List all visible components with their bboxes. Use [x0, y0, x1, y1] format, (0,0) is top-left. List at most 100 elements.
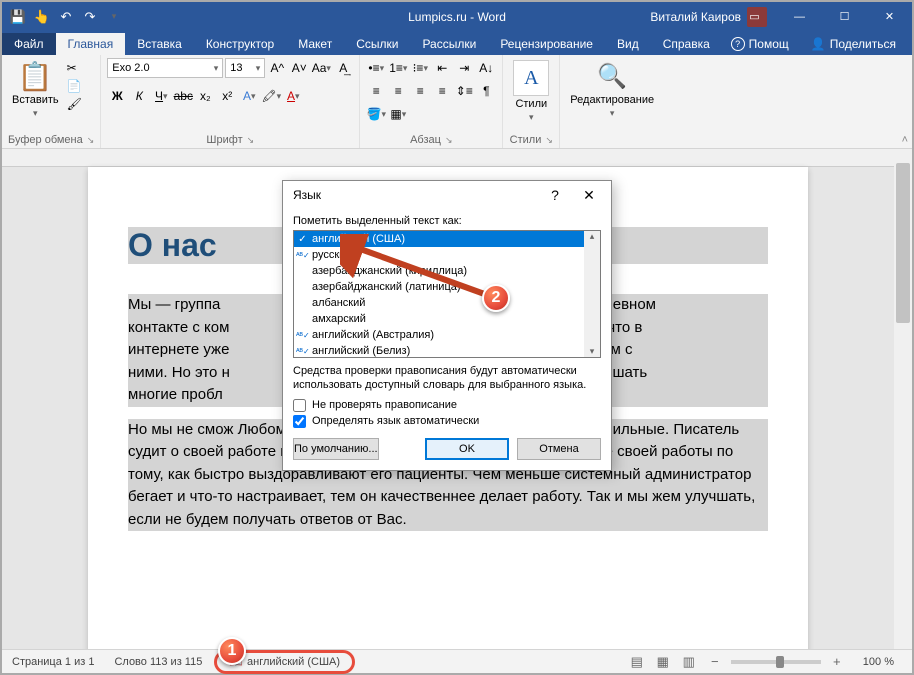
touch-mode-icon[interactable]: 👆 [34, 9, 50, 25]
justify-icon[interactable]: ≡ [432, 81, 452, 101]
dialog-info-text: Средства проверки правописания будут авт… [293, 364, 601, 393]
group-styles: A Стили ▾ Стили↘ [503, 55, 560, 148]
sort-icon[interactable]: A↓ [476, 58, 496, 78]
align-left-icon[interactable]: ≡ [366, 81, 386, 101]
tab-file[interactable]: Файл [2, 33, 56, 55]
maximize-button[interactable]: ☐ [822, 2, 867, 31]
ribbon-options-icon[interactable]: ▭ [732, 2, 777, 31]
zoom-in-button[interactable]: + [827, 652, 847, 672]
borders-icon[interactable]: ▦▾ [388, 104, 408, 124]
clear-formatting-icon[interactable]: A͢ [333, 58, 353, 78]
tab-view[interactable]: Вид [605, 33, 651, 55]
zoom-slider[interactable] [731, 660, 821, 664]
tab-mailings[interactable]: Рассылки [410, 33, 488, 55]
ribbon: 📋 Вставить ▾ ✂ 📄 🖌 Буфер обмена↘ Exo 2.0… [2, 55, 912, 149]
close-button[interactable]: ✕ [867, 2, 912, 31]
language-dialog: Язык ? ✕ Пометить выделенный текст как: … [282, 180, 612, 471]
tab-help[interactable]: Справка [651, 33, 722, 55]
redo-icon[interactable]: ↷ [82, 9, 98, 25]
font-color-icon[interactable]: A▾ [283, 86, 303, 106]
minimize-button[interactable]: — [777, 2, 822, 31]
save-icon[interactable]: 💾 [10, 9, 26, 25]
copy-icon[interactable]: 📄 [67, 78, 83, 94]
no-spellcheck-checkbox[interactable]: Не проверять правописание [293, 399, 601, 412]
clipboard-icon: 📋 [19, 60, 51, 92]
tell-me-button[interactable]: ?Помощ [721, 33, 799, 55]
qat-customize-icon[interactable]: ▾ [106, 9, 122, 25]
default-button[interactable]: По умолчанию... [293, 438, 379, 460]
styles-launcher-icon[interactable]: ↘ [545, 135, 553, 146]
language-listbox[interactable]: ✓английский (США) ᴬᴮ✓русский азербайджан… [293, 230, 601, 358]
underline-button[interactable]: Ч▾ [151, 86, 171, 106]
ok-button[interactable]: OK [425, 438, 509, 460]
align-right-icon[interactable]: ≡ [410, 81, 430, 101]
clipboard-launcher-icon[interactable]: ↘ [87, 135, 95, 146]
user-name: Виталий Каиров [650, 10, 741, 24]
grow-font-icon[interactable]: A^ [267, 58, 287, 78]
font-launcher-icon[interactable]: ↘ [247, 135, 255, 146]
italic-button[interactable]: К [129, 86, 149, 106]
tab-references[interactable]: Ссылки [344, 33, 410, 55]
subscript-button[interactable]: x₂ [195, 86, 215, 106]
auto-detect-checkbox[interactable]: Определять язык автоматически [293, 415, 601, 428]
vertical-scrollbar[interactable] [894, 149, 912, 649]
list-item[interactable]: ᴬᴮ✓русский [294, 247, 600, 263]
bullets-icon[interactable]: •≡▾ [366, 58, 386, 78]
strikethrough-button[interactable]: abc [173, 86, 193, 106]
cut-icon[interactable]: ✂ [67, 60, 83, 76]
dialog-close-button[interactable]: ✕ [573, 183, 605, 207]
list-item[interactable]: азербайджанский (кириллица) [294, 263, 600, 279]
format-painter-icon[interactable]: 🖌 [67, 96, 83, 112]
scrollbar-thumb[interactable] [896, 163, 910, 323]
show-marks-icon[interactable]: ¶ [476, 81, 496, 101]
tab-design[interactable]: Конструктор [194, 33, 286, 55]
listbox-scrollbar[interactable]: ▴▾ [584, 231, 600, 357]
tab-review[interactable]: Рецензирование [488, 33, 605, 55]
status-word-count[interactable]: Слово 113 из 115 [104, 650, 212, 673]
list-item[interactable]: азербайджанский (латиница) [294, 279, 600, 295]
numbering-icon[interactable]: 1≡▾ [388, 58, 408, 78]
font-name-combo[interactable]: Exo 2.0▾ [107, 58, 223, 78]
status-page[interactable]: Страница 1 из 1 [2, 650, 104, 673]
decrease-indent-icon[interactable]: ⇤ [432, 58, 452, 78]
web-layout-icon[interactable]: ▥ [679, 652, 699, 672]
increase-indent-icon[interactable]: ⇥ [454, 58, 474, 78]
line-spacing-icon[interactable]: ⇕≡ [454, 81, 474, 101]
tab-home[interactable]: Главная [56, 33, 126, 55]
dialog-title: Язык [293, 188, 321, 202]
styles-gallery[interactable]: A Стили ▾ [509, 58, 553, 125]
list-item[interactable]: ᴬᴮ✓английский (Белиз) [294, 343, 600, 358]
dialog-titlebar[interactable]: Язык ? ✕ [283, 181, 611, 209]
paste-button[interactable]: 📋 Вставить ▾ [8, 58, 63, 121]
font-size-combo[interactable]: 13▾ [225, 58, 265, 78]
list-item[interactable]: ✓английский (США) [294, 231, 600, 247]
highlight-icon[interactable]: 🖍▾ [261, 86, 281, 106]
list-item[interactable]: албанский [294, 295, 600, 311]
print-layout-icon[interactable]: ▦ [653, 652, 673, 672]
shading-icon[interactable]: 🪣▾ [366, 104, 386, 124]
zoom-out-button[interactable]: − [705, 652, 725, 672]
undo-icon[interactable]: ↶ [58, 9, 74, 25]
dialog-help-button[interactable]: ? [539, 183, 571, 207]
horizontal-ruler[interactable] [2, 149, 894, 167]
share-button[interactable]: 👤 Поделиться [801, 33, 906, 55]
tab-insert[interactable]: Вставка [125, 33, 194, 55]
zoom-level[interactable]: 100 % [853, 656, 904, 668]
find-button[interactable]: 🔍 Редактирование ▾ [566, 58, 658, 121]
read-mode-icon[interactable]: ▤ [627, 652, 647, 672]
multilevel-icon[interactable]: ⁝≡▾ [410, 58, 430, 78]
collapse-ribbon-icon[interactable]: ˄ [902, 134, 908, 146]
bold-button[interactable]: Ж [107, 86, 127, 106]
align-center-icon[interactable]: ≡ [388, 81, 408, 101]
paragraph-launcher-icon[interactable]: ↘ [445, 135, 453, 146]
cancel-button[interactable]: Отмена [517, 438, 601, 460]
shrink-font-icon[interactable]: A˅ [289, 58, 309, 78]
superscript-button[interactable]: x² [217, 86, 237, 106]
group-font: Exo 2.0▾ 13▾ A^ A˅ Aa▾ A͢ Ж К Ч▾ abc x₂ … [101, 55, 360, 148]
list-item[interactable]: ᴬᴮ✓английский (Австралия) [294, 327, 600, 343]
change-case-icon[interactable]: Aa▾ [311, 58, 331, 78]
text-effects-icon[interactable]: A▾ [239, 86, 259, 106]
tab-layout[interactable]: Макет [286, 33, 344, 55]
mark-as-label: Пометить выделенный текст как: [293, 215, 601, 227]
list-item[interactable]: амхарский [294, 311, 600, 327]
